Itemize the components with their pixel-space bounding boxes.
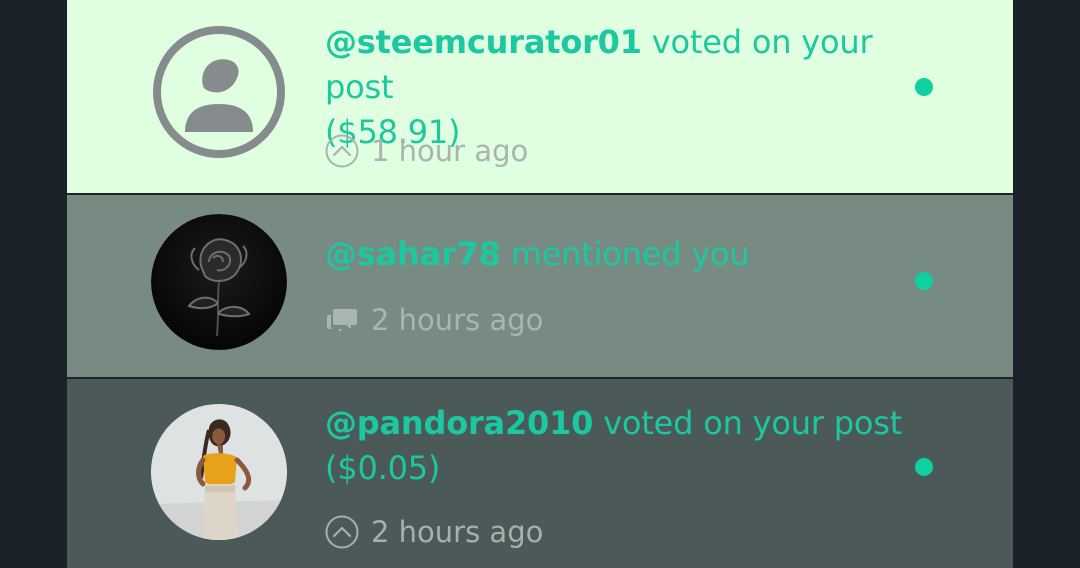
notification-action: voted on your post: [593, 404, 903, 442]
username-link[interactable]: @pandora2010: [325, 404, 593, 442]
comment-icon: [325, 303, 359, 337]
username-link[interactable]: @sahar78: [325, 235, 501, 273]
notifications-page: @steemcurator01 voted on your post ($58.…: [0, 0, 1080, 568]
timestamp: 2 hours ago: [371, 303, 544, 337]
notification-list: @steemcurator01 voted on your post ($58.…: [67, 0, 1013, 568]
notification-text: @sahar78 mentioned you: [325, 232, 945, 277]
unread-indicator: [915, 272, 933, 290]
unread-indicator: [915, 458, 933, 476]
vote-value: ($0.05): [325, 449, 441, 487]
notification-meta: 1 hour ago: [325, 133, 528, 169]
upvote-icon: [325, 134, 359, 168]
notification-meta: 2 hours ago: [325, 514, 543, 550]
notification-item[interactable]: @pandora2010 voted on your post ($0.05) …: [67, 379, 1013, 568]
user-photo-avatar[interactable]: [151, 404, 287, 540]
notification-text: @pandora2010 voted on your post ($0.05): [325, 401, 945, 491]
notification-meta: 2 hours ago: [325, 302, 543, 338]
username-link[interactable]: @steemcurator01: [325, 23, 642, 61]
timestamp: 1 hour ago: [371, 134, 529, 168]
upvote-icon: [325, 515, 359, 549]
unread-indicator: [915, 78, 933, 96]
timestamp: 2 hours ago: [371, 515, 544, 549]
default-user-avatar[interactable]: [151, 24, 287, 160]
notification-action: mentioned you: [500, 235, 750, 273]
notification-item[interactable]: @sahar78 mentioned you 2 hours ago: [67, 195, 1013, 377]
black-rose-avatar[interactable]: [151, 214, 287, 350]
notification-item[interactable]: @steemcurator01 voted on your post ($58.…: [67, 0, 1013, 193]
